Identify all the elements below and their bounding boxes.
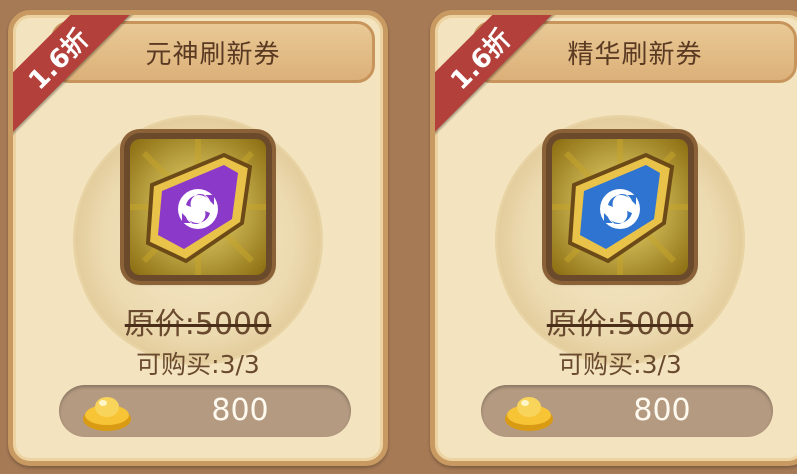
item-title: 精华刷新券 — [567, 39, 703, 70]
purchase-limit: 可购买:3/3 — [136, 350, 260, 379]
original-price: 原价:5000 — [546, 307, 694, 342]
item-title: 元神刷新券 — [145, 39, 281, 70]
price-label: 800 — [211, 393, 269, 428]
item-icon-frame[interactable] — [546, 133, 694, 281]
buy-button[interactable]: 800 — [481, 385, 773, 437]
blue-refresh-ticket-icon — [552, 139, 688, 275]
discount-label: 1.6折 — [22, 23, 95, 96]
price-label: 800 — [633, 393, 691, 428]
item-icon-frame[interactable] — [124, 133, 272, 281]
discount-label: 1.6折 — [444, 23, 517, 96]
purple-refresh-ticket-icon — [130, 139, 266, 275]
shop-item-card[interactable]: 元神刷新券 1.6折 原价:5000 可购买:3/3 800 — [8, 10, 388, 466]
buy-button[interactable]: 800 — [59, 385, 351, 437]
shop-item-card[interactable]: 精华刷新券 1.6折 原价:5000 可购买:3/3 800 — [430, 10, 797, 466]
purchase-limit: 可购买:3/3 — [558, 350, 682, 379]
original-price: 原价:5000 — [124, 307, 272, 342]
